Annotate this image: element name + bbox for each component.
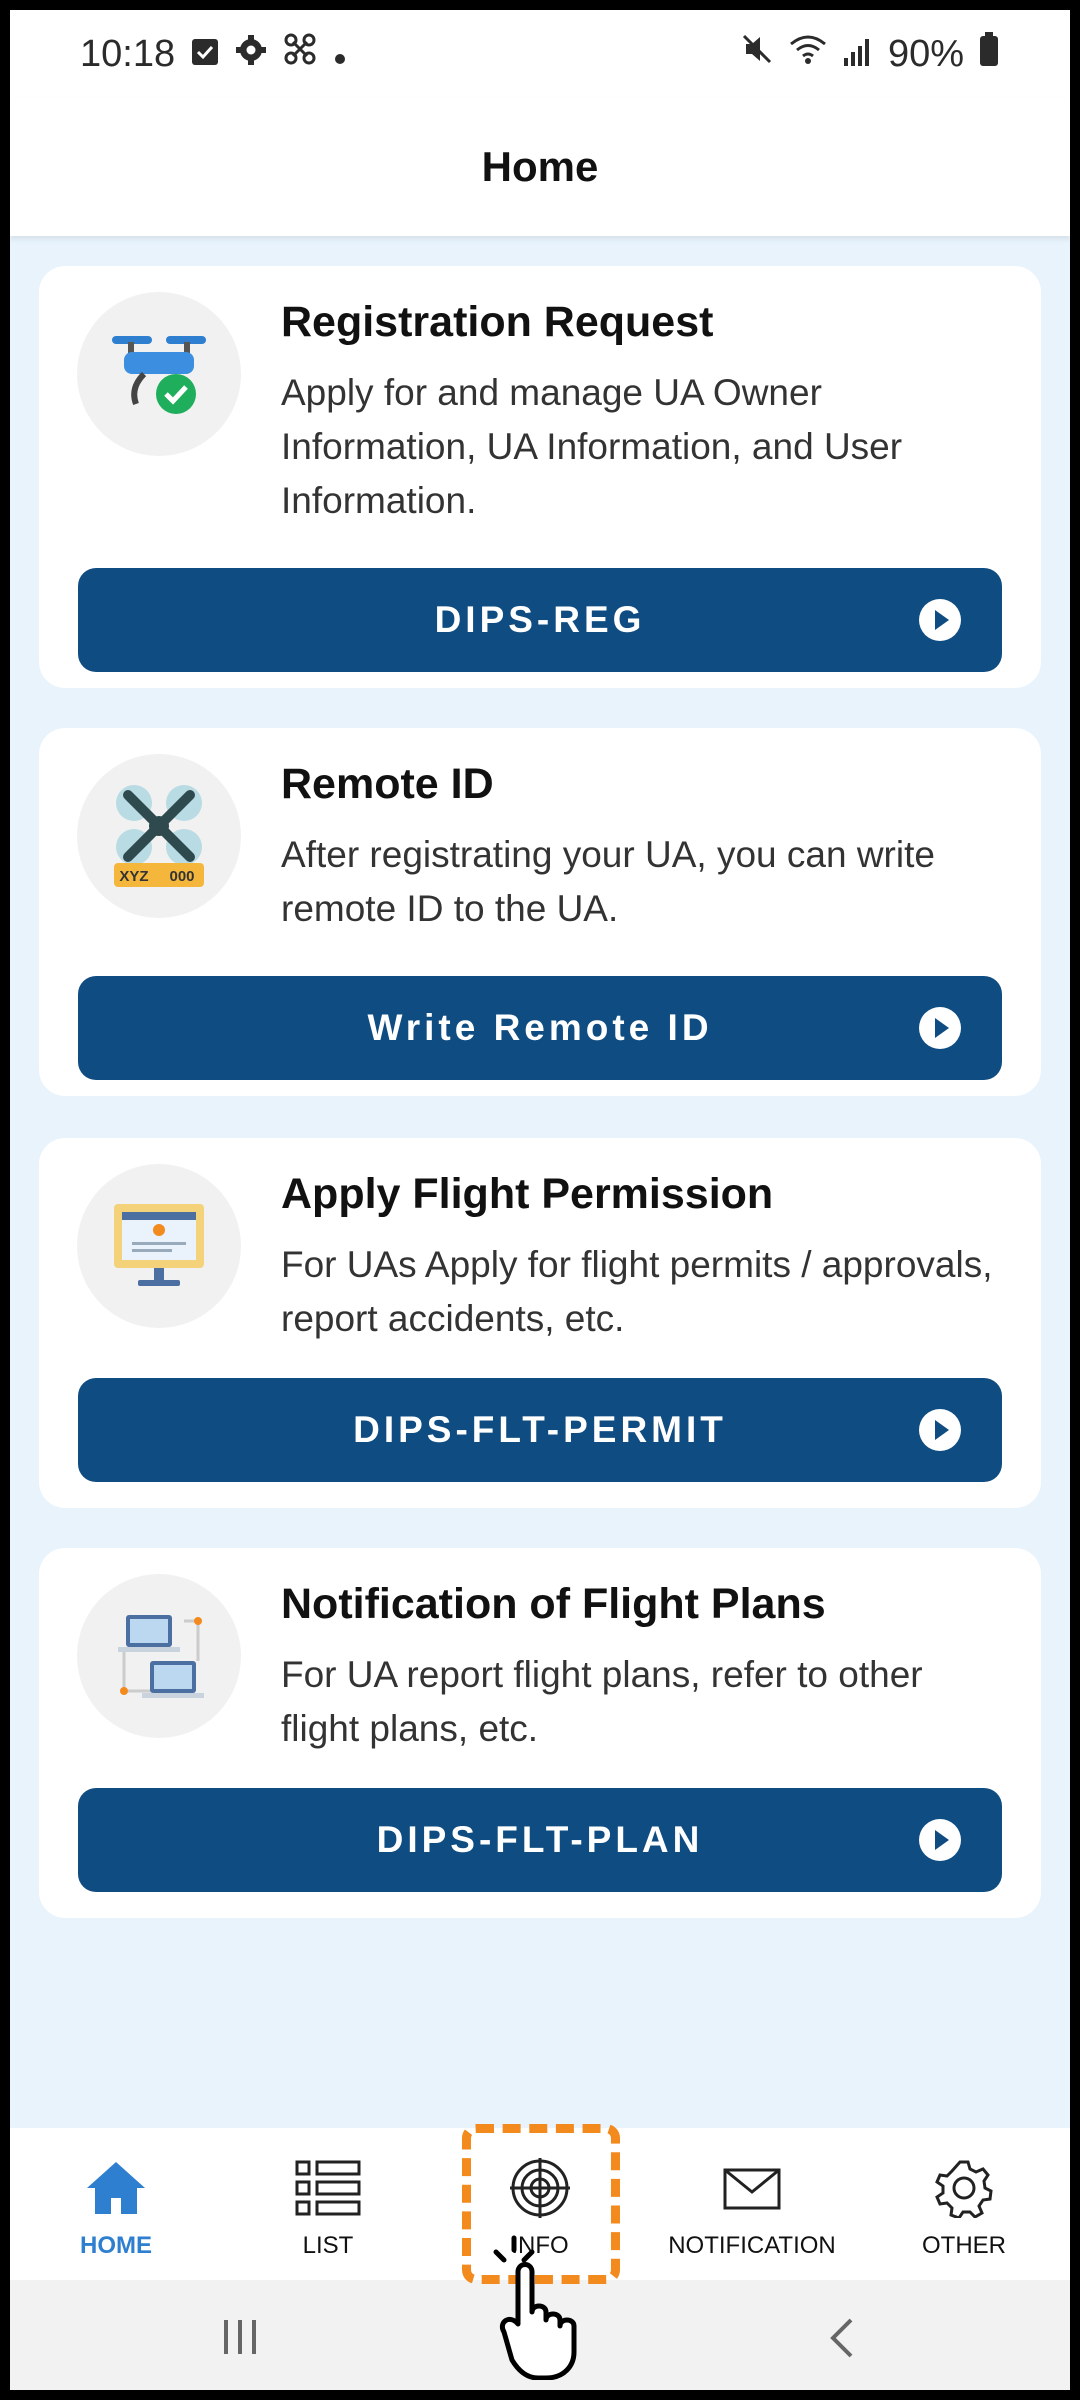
card-description: For UA report flight plans, refer to oth… <box>281 1654 923 1749</box>
drone-remote-id-icon: XYZ 000 <box>77 754 241 918</box>
page-title: Home <box>481 143 599 190</box>
card-title: Remote ID <box>281 760 494 808</box>
nav-label: NOTIFICATION <box>668 2232 836 2259</box>
mail-icon <box>723 2168 781 2210</box>
mute-icon <box>740 32 774 76</box>
dips-flt-plan-button[interactable]: DIPS-FLT-PLAN <box>78 1788 1002 1892</box>
screen: 10:18 90% Home Registration Request Appl… <box>10 10 1070 2390</box>
battery-percent: 90% <box>887 32 964 75</box>
back-icon[interactable] <box>825 2316 859 2360</box>
wifi-icon <box>788 32 828 76</box>
drone-icon <box>283 32 317 76</box>
nav-other[interactable]: OTHER <box>858 2128 1070 2280</box>
nav-home[interactable]: HOME <box>10 2128 222 2280</box>
button-label: DIPS-FLT-PERMIT <box>353 1409 727 1450</box>
signal-icon <box>842 33 874 76</box>
monitor-icon <box>77 1164 241 1328</box>
nav-label: OTHER <box>922 2232 1006 2259</box>
icon-text-left: XYZ <box>119 868 148 885</box>
network-computers-icon <box>77 1574 241 1738</box>
play-circle-icon <box>919 599 961 641</box>
hand-pointer-icon <box>493 2235 577 2380</box>
nav-list[interactable]: LIST <box>222 2128 434 2280</box>
card-description: Apply for and manage UA Owner Informatio… <box>281 372 903 521</box>
status-bar: 10:18 90% <box>10 10 1070 98</box>
flight-permission-card: Apply Flight Permission For UAs Apply fo… <box>39 1138 1041 1508</box>
checkbox-icon <box>191 33 219 76</box>
flight-plans-card: Notification of Flight Plans For UA repo… <box>39 1548 1041 1918</box>
remote-id-card: XYZ 000 Remote ID After registrating you… <box>39 728 1041 1096</box>
card-title: Notification of Flight Plans <box>281 1580 826 1628</box>
card-title: Registration Request <box>281 298 714 346</box>
nav-label: LIST <box>302 2232 354 2259</box>
registration-card: Registration Request Apply for and manag… <box>39 266 1041 688</box>
nav-notification[interactable]: NOTIFICATION <box>646 2128 858 2280</box>
play-circle-icon <box>919 1819 961 1861</box>
drone-check-icon <box>77 292 241 456</box>
card-description: After registrating your UA, you can writ… <box>281 834 935 929</box>
icon-text-right: 000 <box>169 868 194 885</box>
dot-icon <box>333 33 347 76</box>
list-icon <box>295 2160 361 2216</box>
app-bar: Home <box>10 98 1070 236</box>
nav-label: HOME <box>80 2232 152 2259</box>
button-label: Write Remote ID <box>367 1007 713 1048</box>
recent-apps-icon[interactable] <box>220 2316 260 2356</box>
card-title: Apply Flight Permission <box>281 1170 774 1218</box>
dips-flt-permit-button[interactable]: DIPS-FLT-PERMIT <box>78 1378 1002 1482</box>
write-remote-id-button[interactable]: Write Remote ID <box>78 976 1002 1080</box>
gear-icon <box>935 2160 993 2218</box>
dips-reg-button[interactable]: DIPS-REG <box>78 568 1002 672</box>
card-description: For UAs Apply for flight permits / appro… <box>281 1244 993 1339</box>
play-circle-icon <box>919 1007 961 1049</box>
play-circle-icon <box>919 1409 961 1451</box>
status-time: 10:18 <box>80 32 176 75</box>
home-icon <box>87 2162 145 2214</box>
settings-icon <box>235 33 267 76</box>
button-label: DIPS-REG <box>434 599 646 640</box>
battery-icon <box>978 31 1000 77</box>
button-label: DIPS-FLT-PLAN <box>376 1819 704 1860</box>
